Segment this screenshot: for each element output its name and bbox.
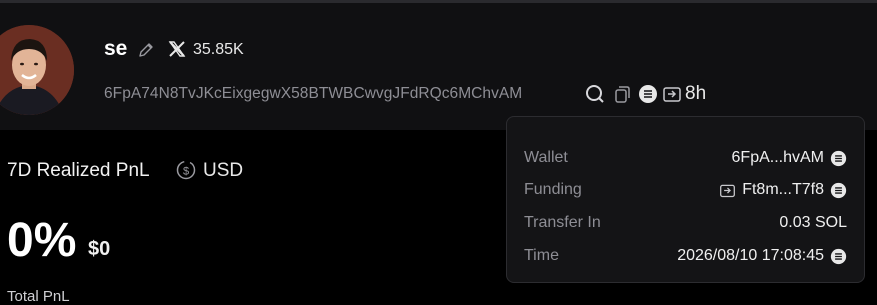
pnl-title: 7D Realized PnL [7,160,150,181]
copy-icon[interactable] [612,84,632,104]
x-twitter-icon[interactable] [168,40,186,58]
total-pnl-label: Total PnL [7,288,70,305]
tooltip-label: Wallet [524,149,568,166]
tooltip-row-wallet: Wallet 6FpA...hvAM [507,149,864,171]
solana-icon [830,248,847,265]
follower-count: 35.85K [193,41,244,58]
currency-label[interactable]: USD [203,160,243,182]
solana-icon [830,150,847,167]
solana-icon [638,84,658,104]
tooltip-label: Transfer In [524,214,601,231]
solana-icon [830,182,847,199]
wallet-address[interactable]: 6FpA74N8TvJKcEixgegwX58BTWBCwvgJFdRQc6MC… [104,85,522,103]
tooltip-row-time: Time 2026/08/10 17:08:45 [507,247,864,269]
tooltip-row-funding: Funding Ft8m...T7f8 [507,181,864,203]
tooltip-value[interactable]: Ft8m...T7f8 [742,181,824,199]
edit-icon[interactable] [136,40,156,60]
funding-icon[interactable] [662,84,682,104]
svg-text:$: $ [183,166,189,178]
tooltip-label: Funding [524,181,582,198]
pnl-percent: 0% [7,214,77,267]
tooltip-row-transfer: Transfer In 0.03 SOL [507,214,864,236]
funding-tooltip: Wallet 6FpA...hvAM Funding Ft8m...T7f8 T… [506,116,865,283]
username: se [104,37,128,60]
funding-icon [719,182,736,199]
avatar[interactable] [0,25,74,115]
pnl-usd-value: $0 [88,238,111,260]
tooltip-label: Time [524,247,559,264]
currency-toggle-icon[interactable]: $ [176,160,196,180]
tooltip-value: 0.03 SOL [779,214,847,231]
profile-header: se 35.85K 6FpA74N8TvJKcEixgegwX58BTWBCwv… [0,0,877,130]
tooltip-value: 2026/08/10 17:08:45 [677,247,824,264]
tooltip-value[interactable]: 6FpA...hvAM [732,149,824,167]
search-icon[interactable] [585,84,605,104]
wallet-age: 8h [685,83,707,104]
